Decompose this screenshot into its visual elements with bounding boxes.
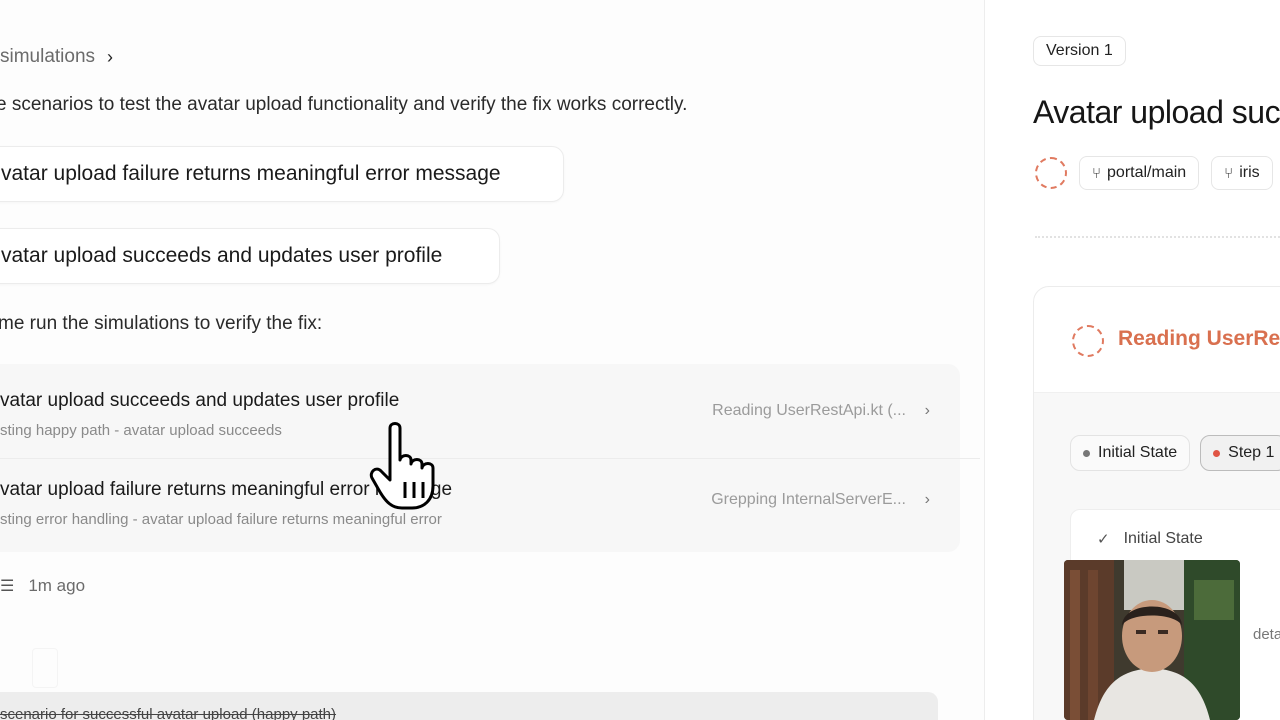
run-instruction-text: me run the simulations to verify the fix… <box>0 313 323 334</box>
chevron-right-icon: › <box>107 46 114 67</box>
branch-tag[interactable]: ⑂ portal/main <box>1079 156 1200 190</box>
timestamp: 1m ago <box>28 576 86 595</box>
webcam-video-overlay <box>1064 560 1240 720</box>
branch-tag-label: portal/main <box>1107 164 1187 181</box>
details-link[interactable]: details <box>1253 626 1280 643</box>
faded-icon <box>32 648 58 688</box>
git-branch-icon: ⑂ <box>1224 164 1234 182</box>
breadcrumb[interactable]: simulations › <box>0 46 113 68</box>
status-dot-icon <box>1083 449 1090 457</box>
scenario-chip-success[interactable]: vatar upload succeeds and updates user p… <box>0 228 500 284</box>
tag-row: ⑂ portal/main ⑂ iris <box>1035 156 1273 190</box>
collapsed-message-text: scenario for successful avatar upload (h… <box>0 706 337 720</box>
scenario-chip-failure[interactable]: vatar upload failure returns meaningful … <box>0 146 564 202</box>
scenario-chip-label: vatar upload failure returns meaningful … <box>1 162 501 185</box>
simulation-row[interactable]: vatar upload failure returns meaningful … <box>0 458 980 548</box>
chat-panel: simulations › e scenarios to test the av… <box>0 0 984 720</box>
tab-initial-state[interactable]: Initial State <box>1070 435 1191 471</box>
intro-text: e scenarios to test the avatar upload fu… <box>0 94 688 115</box>
tab-label: Initial State <box>1098 444 1178 461</box>
message-meta: ☰ 1m ago <box>0 576 85 596</box>
simulation-subtitle: sting error handling - avatar upload fai… <box>0 511 442 528</box>
tab-step-1[interactable]: Step 1 <box>1200 435 1280 471</box>
breadcrumb-label: simulations <box>0 46 96 67</box>
state-list-label: Initial State <box>1123 530 1203 547</box>
chevron-right-icon[interactable]: › <box>925 402 930 420</box>
loading-spinner-icon <box>1072 325 1104 357</box>
progress-card-header: Reading UserRe <box>1034 287 1280 393</box>
branch-tag[interactable]: ⑂ iris <box>1211 156 1273 190</box>
settings-sliders-icon[interactable]: ☰ <box>0 576 14 596</box>
version-badge[interactable]: Version 1 <box>1033 36 1126 66</box>
scenario-chip-label: vatar upload succeeds and updates user p… <box>1 244 443 267</box>
simulation-status: Reading UserRestApi.kt (... <box>712 402 906 419</box>
simulation-status: Grepping InternalServerE... <box>711 491 906 508</box>
tab-label: Step 1 <box>1228 444 1275 461</box>
collapsed-message-bar[interactable]: scenario for successful avatar upload (h… <box>0 692 938 720</box>
simulation-row[interactable]: vatar upload succeeds and updates user p… <box>0 370 980 460</box>
loading-spinner-icon <box>1035 157 1067 189</box>
branch-tag-label: iris <box>1239 164 1260 181</box>
simulation-subtitle: sting happy path - avatar upload succeed… <box>0 422 282 439</box>
simulation-title: vatar upload succeeds and updates user p… <box>0 390 400 411</box>
simulation-title-heading: Avatar upload suc <box>1033 94 1280 130</box>
status-dot-icon <box>1213 449 1221 457</box>
check-icon: ✓ <box>1097 531 1110 548</box>
state-tabs: Initial State Step 1 <box>1070 435 1280 471</box>
dotted-separator <box>1035 236 1280 238</box>
hand-pointer-icon <box>369 422 435 510</box>
state-list-item[interactable]: ✓ Initial State <box>1097 530 1203 548</box>
current-action-label: Reading UserRe <box>1118 327 1280 350</box>
chevron-right-icon[interactable]: › <box>925 491 930 509</box>
git-branch-icon: ⑂ <box>1092 164 1102 182</box>
